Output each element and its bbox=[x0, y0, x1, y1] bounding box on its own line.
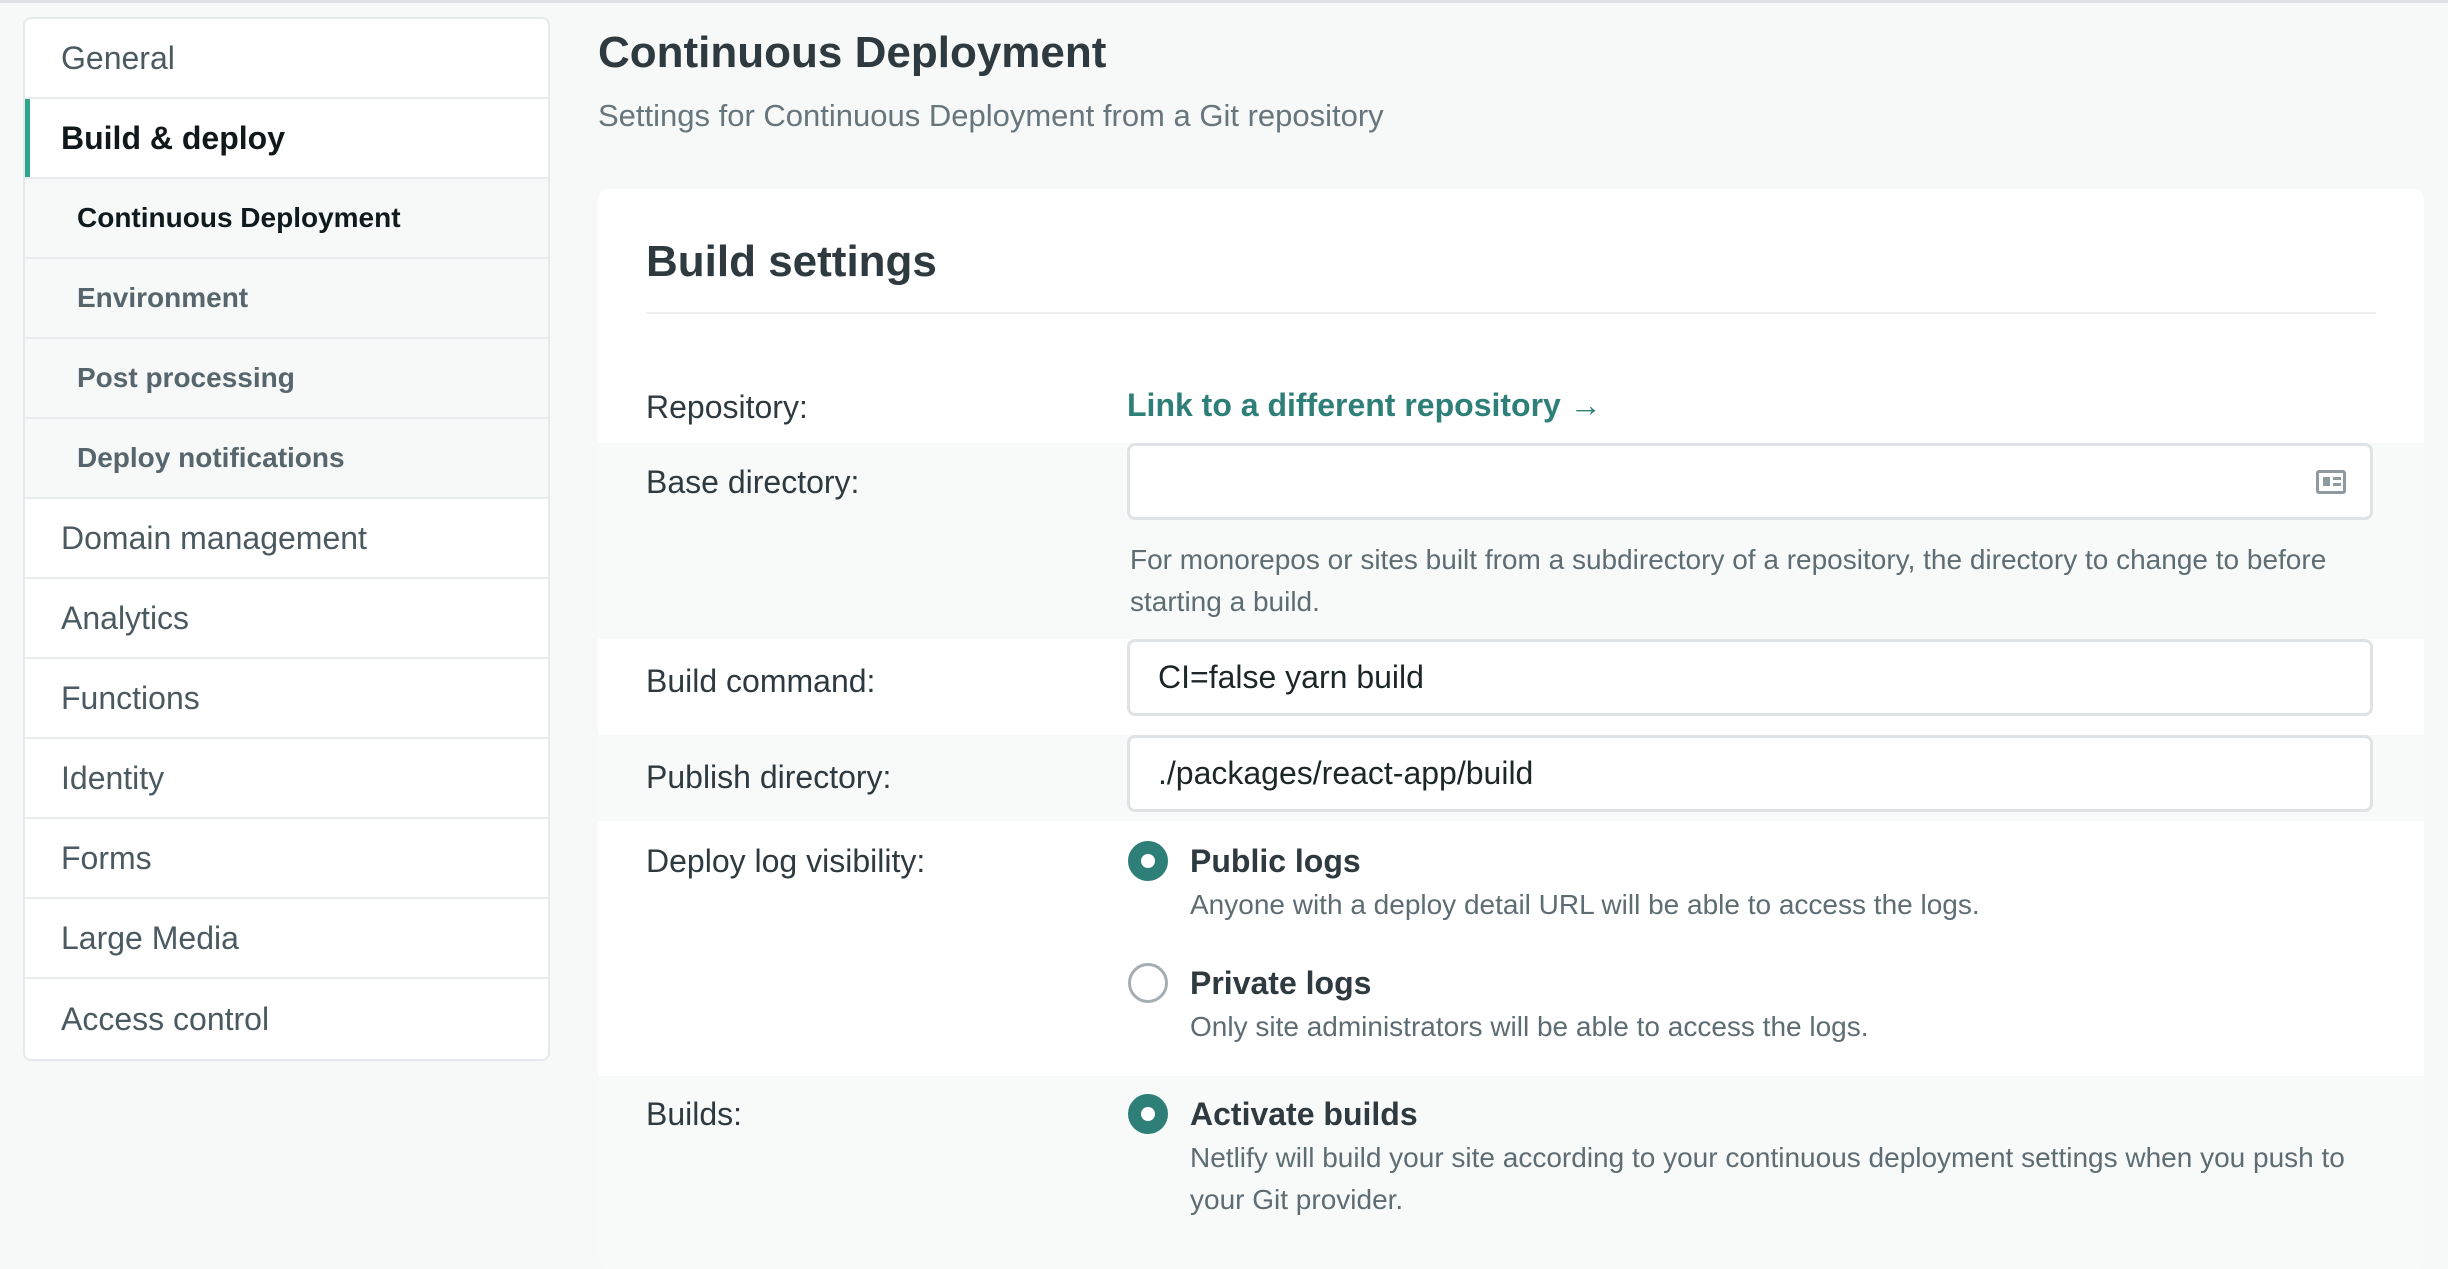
public-logs-radio[interactable] bbox=[1128, 841, 1168, 881]
builds-row: Builds: Activate builds Netlify will bui… bbox=[598, 1076, 2424, 1269]
base-directory-label: Base directory: bbox=[646, 464, 860, 500]
builds-label: Builds: bbox=[646, 1096, 743, 1132]
private-logs-label[interactable]: Private logs bbox=[1190, 965, 1371, 1002]
sidebar-item-analytics[interactable]: Analytics bbox=[25, 579, 548, 659]
activate-builds-description: Netlify will build your site according t… bbox=[1190, 1142, 2345, 1215]
sidebar-item-functions[interactable]: Functions bbox=[25, 659, 548, 739]
public-logs-description: Anyone with a deploy detail URL will be … bbox=[1190, 889, 1980, 920]
build-command-label: Build command: bbox=[646, 663, 876, 699]
activate-builds-label[interactable]: Activate builds bbox=[1190, 1096, 1418, 1133]
page-title: Continuous Deployment bbox=[598, 28, 1107, 77]
base-directory-input[interactable] bbox=[1127, 443, 2373, 520]
sidebar-item-general[interactable]: General bbox=[25, 19, 548, 99]
sidebar-subitem-post-processing[interactable]: Post processing bbox=[25, 339, 548, 419]
repository-label: Repository: bbox=[646, 389, 808, 425]
publish-directory-value: ./packages/react-app/build bbox=[1158, 755, 1534, 791]
contact-card-icon[interactable] bbox=[2316, 470, 2346, 494]
build-command-value: CI=false yarn build bbox=[1158, 659, 1424, 695]
top-border bbox=[0, 0, 2448, 3]
card-title: Build settings bbox=[646, 237, 937, 286]
link-different-repository[interactable]: Link to a different repository → bbox=[1127, 387, 1602, 424]
deploy-log-visibility-row: Deploy log visibility: Public logs Anyon… bbox=[598, 821, 2424, 1065]
sidebar-item-build-deploy[interactable]: Build & deploy bbox=[25, 99, 548, 179]
private-logs-description: Only site administrators will be able to… bbox=[1190, 1011, 1869, 1042]
publish-directory-input[interactable]: ./packages/react-app/build bbox=[1127, 735, 2373, 812]
sidebar-item-forms[interactable]: Forms bbox=[25, 819, 548, 899]
publish-directory-label: Publish directory: bbox=[646, 759, 892, 795]
sidebar-subitem-deploy-notifications[interactable]: Deploy notifications bbox=[25, 419, 548, 499]
private-logs-radio[interactable] bbox=[1128, 963, 1168, 1003]
sidebar-item-large-media[interactable]: Large Media bbox=[25, 899, 548, 979]
settings-sidebar: General Build & deploy Continuous Deploy… bbox=[23, 17, 550, 1061]
sidebar-item-domain-management[interactable]: Domain management bbox=[25, 499, 548, 579]
build-command-row: Build command: CI=false yarn build bbox=[598, 639, 2424, 735]
activate-builds-radio[interactable] bbox=[1128, 1094, 1168, 1134]
repository-row: Repository: Link to a different reposito… bbox=[598, 369, 2424, 433]
base-directory-help: For monorepos or sites built from a subd… bbox=[1130, 544, 2327, 617]
page-subtitle: Settings for Continuous Deployment from … bbox=[598, 98, 1384, 133]
sidebar-subitem-continuous-deployment[interactable]: Continuous Deployment bbox=[25, 179, 548, 259]
sidebar-item-identity[interactable]: Identity bbox=[25, 739, 548, 819]
publish-directory-row: Publish directory: ./packages/react-app/… bbox=[598, 735, 2424, 821]
deploy-log-visibility-label: Deploy log visibility: bbox=[646, 843, 926, 879]
build-command-input[interactable]: CI=false yarn build bbox=[1127, 639, 2373, 716]
sidebar-subitem-environment[interactable]: Environment bbox=[25, 259, 548, 339]
build-settings-card: Build settings Repository: Link to a dif… bbox=[598, 189, 2424, 1269]
sidebar-item-access-control[interactable]: Access control bbox=[25, 979, 548, 1059]
card-divider bbox=[646, 312, 2376, 314]
public-logs-label[interactable]: Public logs bbox=[1190, 843, 1361, 880]
